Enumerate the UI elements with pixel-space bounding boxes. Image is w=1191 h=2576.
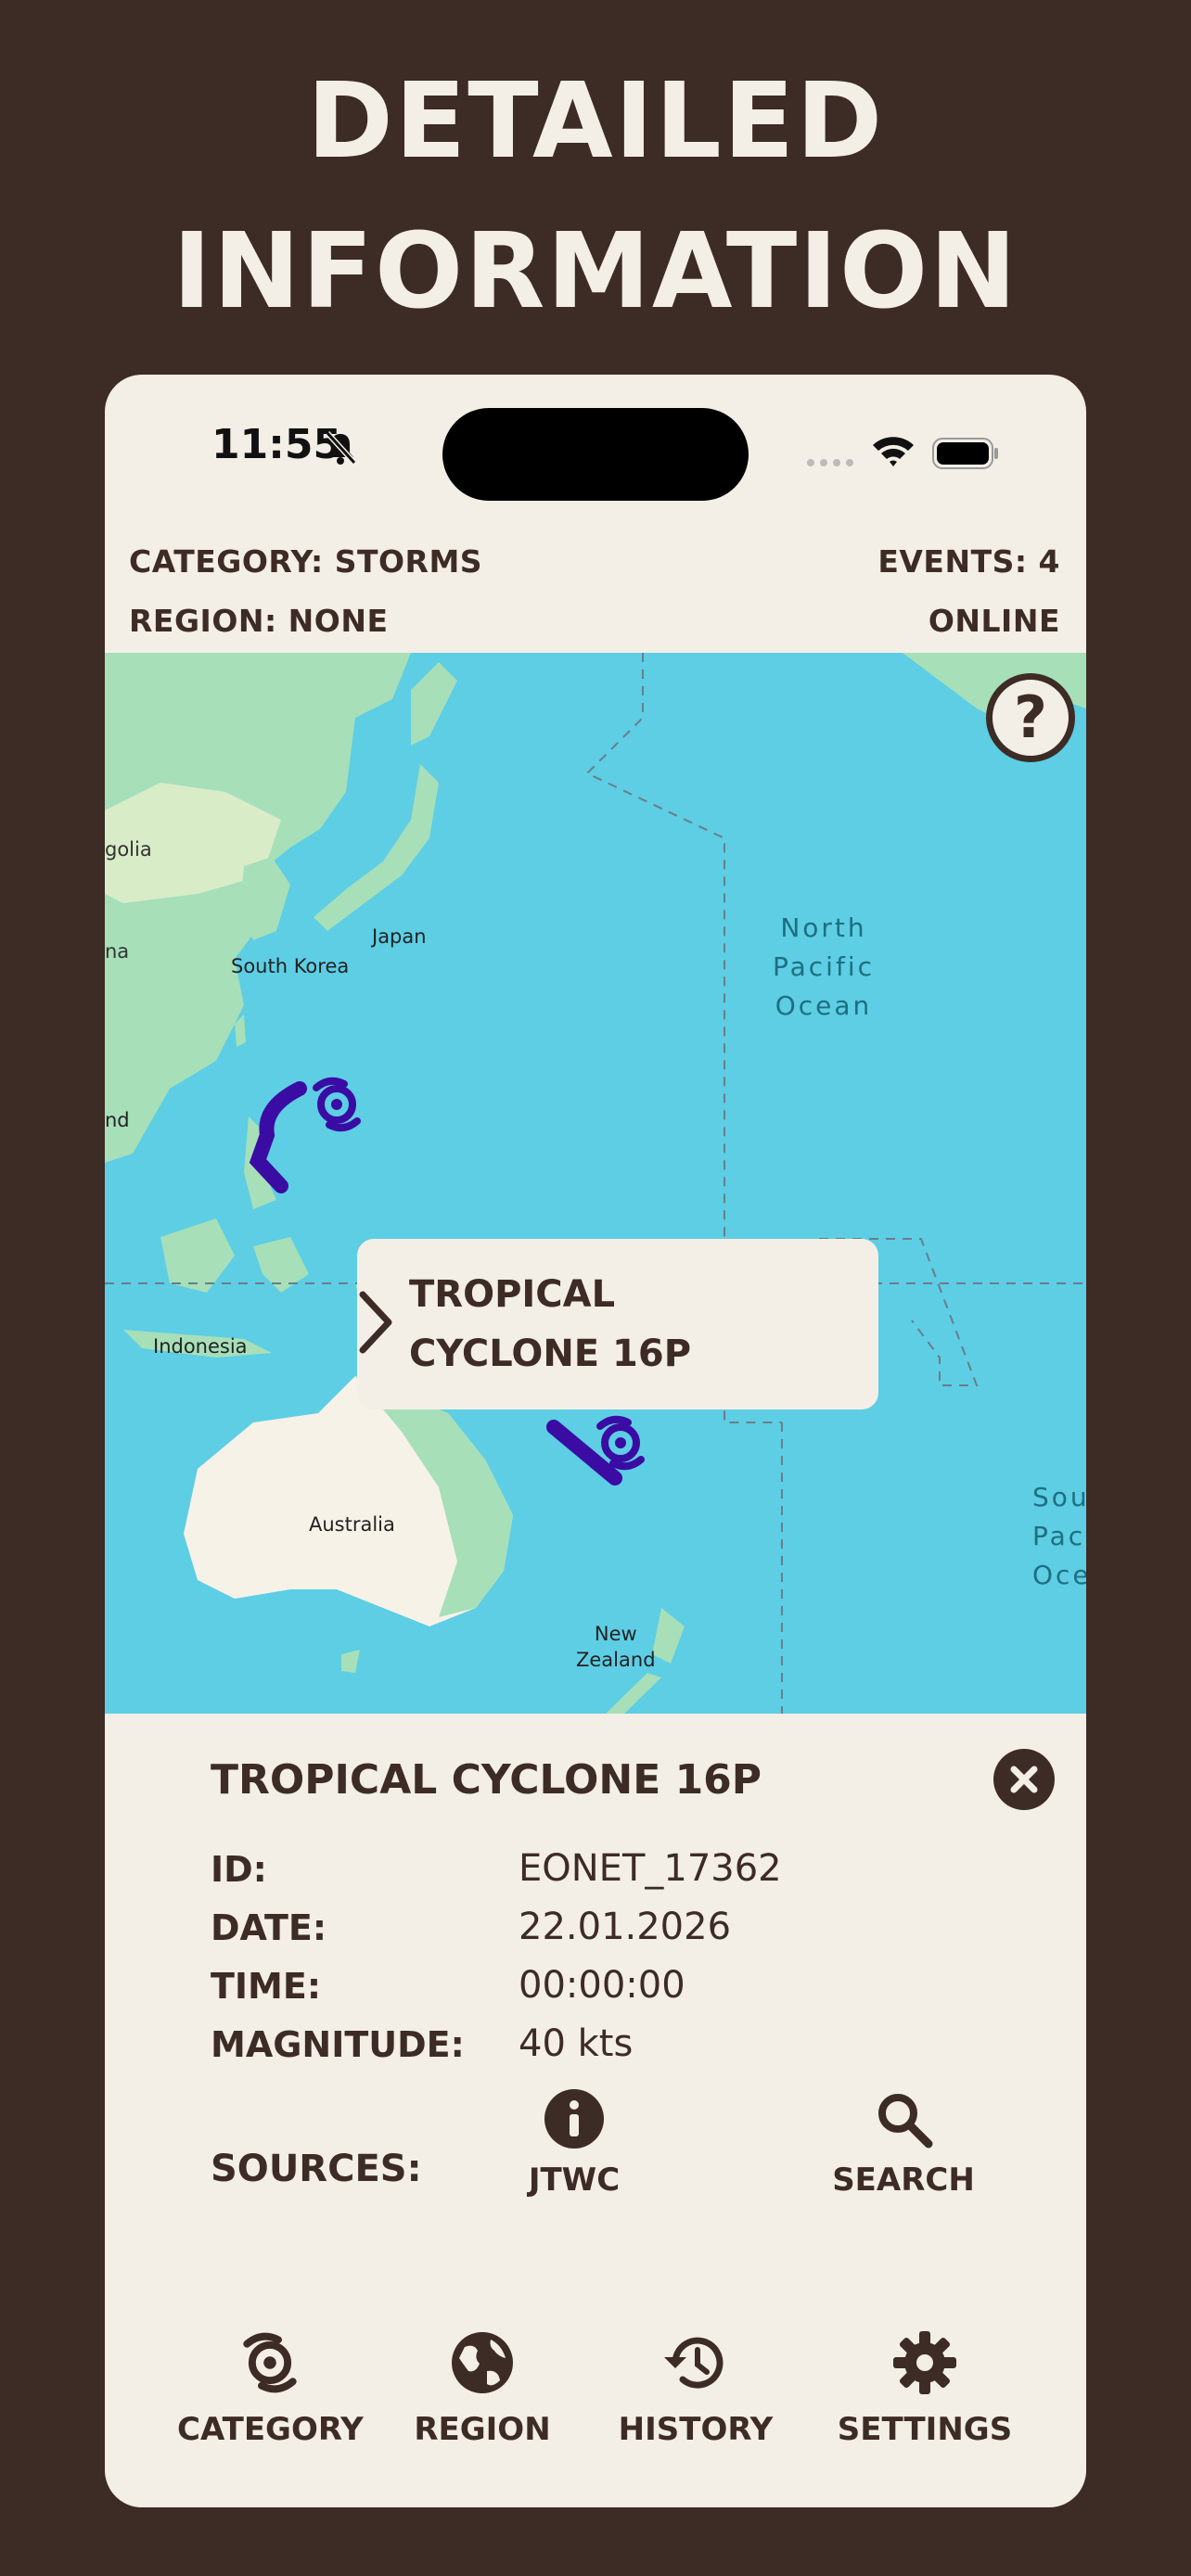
storm-track-1: [249, 1081, 307, 1193]
cyclone-marker-icon[interactable]: [307, 1075, 366, 1134]
battery-icon: [932, 438, 998, 469]
cyclone-icon: [243, 2332, 297, 2393]
map-canvas: [105, 653, 1086, 1714]
map-label: New Zealand: [576, 1621, 656, 1673]
region-indicator: REGION: NONE: [129, 603, 389, 639]
ocean-label-line: Pacific: [773, 951, 875, 982]
ocean-label-line: Sou: [1032, 1482, 1086, 1512]
status-time: 11:55: [211, 421, 342, 468]
id-value: EONET_17362: [519, 1847, 782, 1890]
tab-category[interactable]: CATEGORY: [177, 2326, 364, 2448]
tab-region[interactable]: REGION: [413, 2326, 552, 2448]
tab-settings-label: SETTINGS: [837, 2411, 1013, 2448]
gear-icon: [893, 2331, 956, 2394]
source-jtwc-label: JTWC: [528, 2162, 621, 2199]
tab-settings[interactable]: SETTINGS: [832, 2326, 1018, 2448]
map-label: golia: [105, 838, 152, 861]
map-label-line: Zealand: [576, 1649, 656, 1671]
tab-history-label: HISTORY: [618, 2411, 774, 2448]
event-detail-panel: TROPICAL CYCLONE 16P ID: EONET_17362 DAT…: [105, 1714, 1086, 2507]
ocean-label-line: Oce: [1032, 1560, 1086, 1590]
date-value: 22.01.2026: [519, 1906, 732, 1948]
chevron-right-icon: [359, 1291, 392, 1354]
ocean-label-line: Ocean: [775, 990, 873, 1021]
source-search-button[interactable]: SEARCH: [825, 2088, 982, 2199]
date-label: DATE:: [211, 1907, 327, 1948]
id-label: ID:: [211, 1849, 267, 1890]
magnitude-label: MAGNITUDE:: [211, 2024, 465, 2065]
phone-screen: 11:55 CATEGORY: STORMS EVENTS: 4 REGION:…: [105, 375, 1086, 2507]
history-icon: [664, 2337, 724, 2389]
promo-line-2: INFORMATION: [173, 211, 1018, 332]
globe-icon: [452, 2332, 513, 2393]
ocean-label: North Pacific Ocean: [773, 909, 875, 1026]
ocean-label: Sou Paci Oce: [1032, 1478, 1086, 1595]
cellular-signal-icon: [807, 459, 853, 466]
tab-region-label: REGION: [414, 2411, 551, 2448]
category-indicator: CATEGORY: STORMS: [129, 543, 483, 580]
cyclone-marker-icon[interactable]: [591, 1413, 650, 1473]
callout-line-1: TROPICAL: [409, 1273, 616, 1316]
event-map[interactable]: golia na South Korea Japan nd Indonesia …: [105, 653, 1086, 1714]
promo-heading: DETAILED INFORMATION: [0, 46, 1191, 347]
time-label: TIME:: [211, 1966, 322, 2007]
map-label: na: [105, 940, 130, 963]
wifi-icon: [873, 437, 914, 466]
source-search-label: SEARCH: [832, 2162, 975, 2199]
map-label: Indonesia: [153, 1335, 248, 1358]
search-icon: [878, 2094, 933, 2149]
bell-muted-icon: [325, 430, 357, 465]
source-jtwc-button[interactable]: JTWC: [519, 2088, 630, 2199]
events-count: EVENTS: 4: [877, 543, 1060, 580]
tab-category-label: CATEGORY: [177, 2411, 364, 2448]
sources-label: SOURCES:: [211, 2148, 422, 2190]
time-value: 00:00:00: [519, 1964, 685, 2007]
event-callout[interactable]: TROPICAL CYCLONE 16P: [357, 1239, 878, 1409]
tab-history[interactable]: HISTORY: [617, 2326, 775, 2448]
connection-status: ONLINE: [928, 603, 1060, 639]
close-icon: [1010, 1766, 1038, 1793]
map-label-line: New: [594, 1623, 637, 1645]
map-label: South Korea: [231, 955, 350, 977]
help-button[interactable]: ?: [986, 673, 1075, 762]
map-label: Japan: [372, 925, 427, 948]
info-icon: [544, 2089, 604, 2149]
ocean-label-line: Paci: [1032, 1521, 1086, 1551]
magnitude-value: 40 kts: [519, 2022, 634, 2065]
map-label: nd: [105, 1109, 130, 1131]
callout-line-2: CYCLONE 16P: [409, 1333, 692, 1375]
promo-line-1: DETAILED: [306, 61, 885, 182]
event-title: TROPICAL CYCLONE 16P: [211, 1756, 762, 1804]
map-label: Australia: [309, 1513, 395, 1536]
ocean-label-line: North: [780, 912, 867, 943]
close-button[interactable]: [993, 1749, 1055, 1810]
dynamic-island: [442, 408, 749, 501]
